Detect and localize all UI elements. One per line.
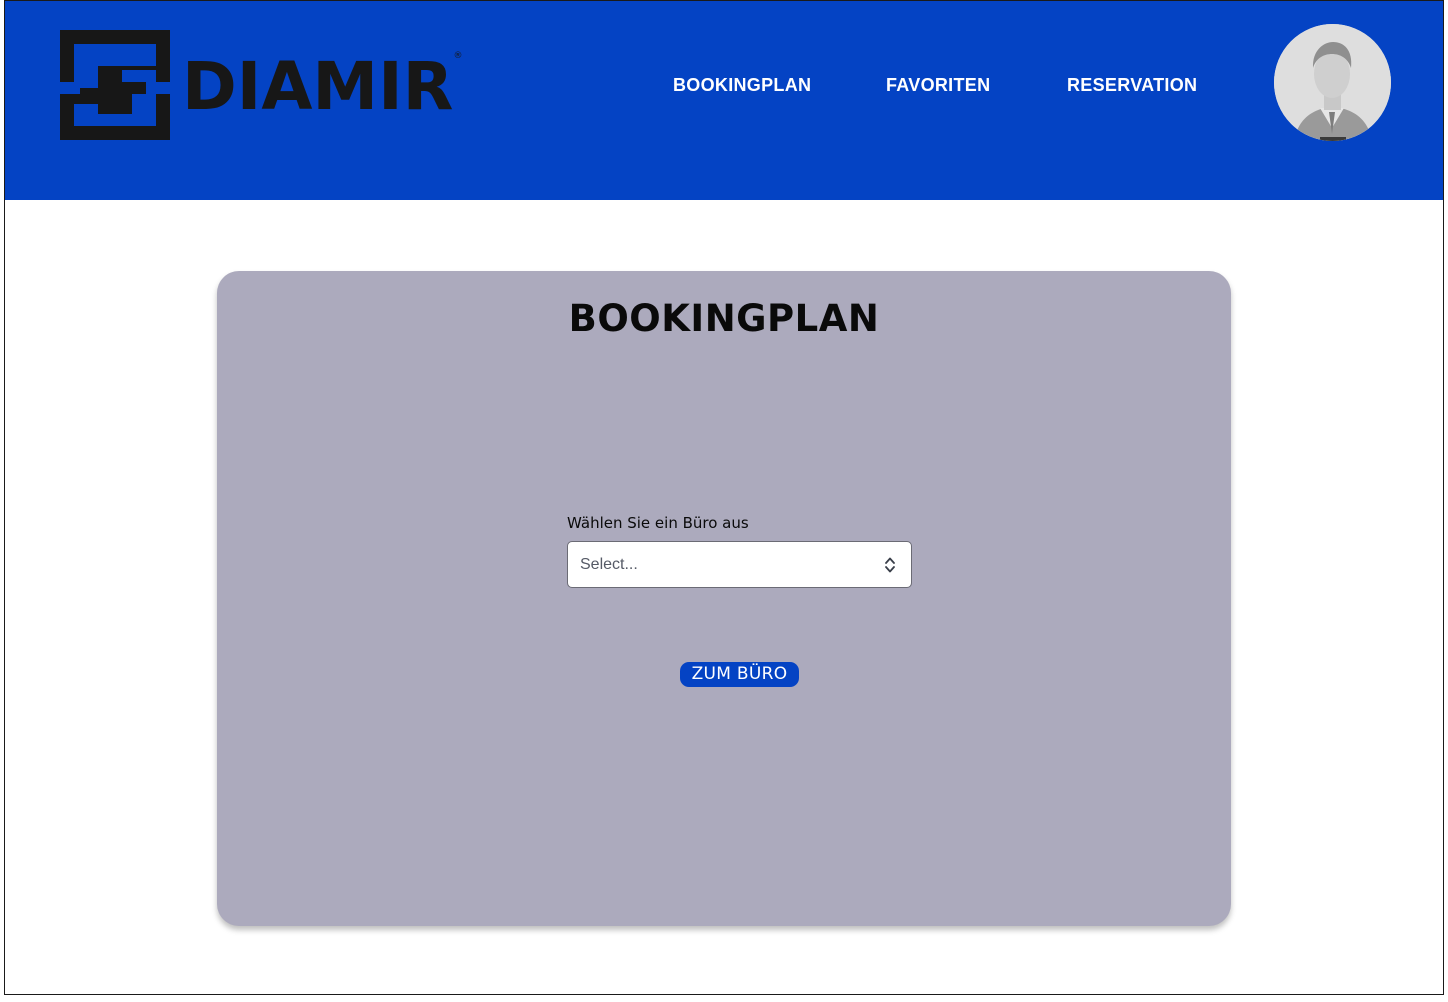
zum-buero-button[interactable]: ZUM BÜRO: [680, 662, 799, 687]
nav-favoriten[interactable]: FAVORITEN: [886, 73, 990, 97]
chevron-up-down-icon: [885, 557, 895, 573]
diamir-logo-mark-icon: [60, 30, 170, 140]
nav-reservation[interactable]: RESERVATION: [1067, 73, 1197, 97]
user-avatar[interactable]: [1274, 24, 1391, 141]
user-avatar-icon: [1274, 24, 1391, 141]
office-select-label: Wählen Sie ein Büro aus: [567, 514, 749, 532]
office-select[interactable]: Select...: [567, 541, 912, 588]
registered-mark: ®: [453, 51, 463, 61]
logo-text: DIAMIR ®: [182, 48, 463, 125]
nav-bookingplan[interactable]: BOOKINGPLAN: [673, 73, 811, 97]
brand-logo[interactable]: DIAMIR ®: [60, 30, 463, 140]
bookingplan-card: BOOKINGPLAN Wählen Sie ein Büro aus Sele…: [217, 271, 1231, 926]
page-title: BOOKINGPLAN: [568, 297, 880, 340]
app-window: DIAMIR ® BOOKINGPLAN FAVORITEN RESERVATIO…: [4, 0, 1444, 995]
top-header: DIAMIR ® BOOKINGPLAN FAVORITEN RESERVATIO…: [5, 1, 1443, 200]
office-select-placeholder: Select...: [580, 556, 638, 573]
